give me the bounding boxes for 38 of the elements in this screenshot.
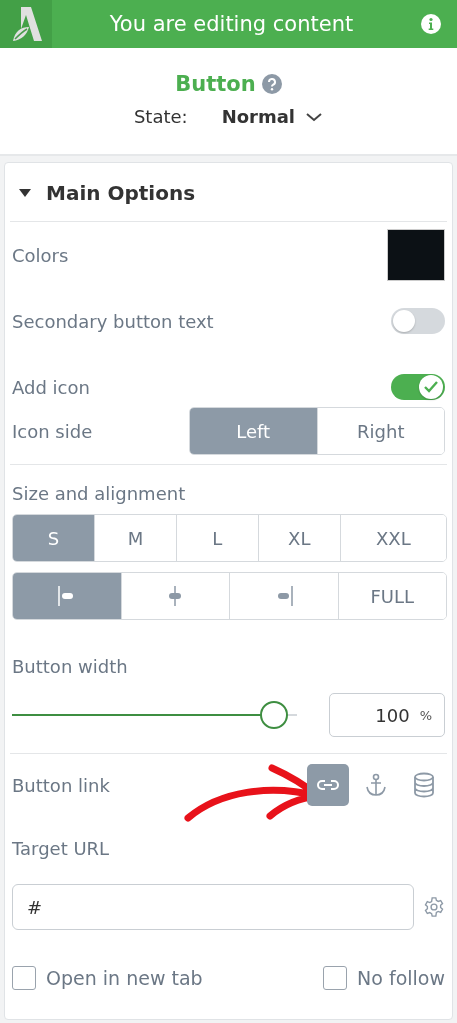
chevron-down-icon — [305, 111, 324, 122]
target-url-label: Target URL — [12, 837, 111, 861]
checkbox[interactable] — [323, 966, 348, 990]
help-icon[interactable] — [261, 74, 282, 94]
link-icon — [317, 779, 339, 791]
icon-side-label: Icon side — [12, 420, 93, 442]
color-swatch[interactable] — [387, 229, 445, 281]
checkbox-label: No follow — [357, 967, 445, 989]
alignment-option[interactable] — [13, 573, 121, 619]
check-icon — [423, 380, 439, 394]
checkbox-label: Open in new tab — [46, 967, 203, 989]
width-input[interactable]: 100 % — [329, 693, 445, 737]
icon-side-option[interactable]: Left — [190, 408, 317, 454]
database-icon — [413, 772, 435, 798]
state-label: State: — [133, 106, 188, 127]
icon-side-option[interactable]: Right — [316, 408, 444, 454]
colors-label: Colors — [12, 244, 69, 266]
toggle-label: Add icon — [12, 376, 90, 398]
toggle-switch[interactable] — [391, 374, 445, 400]
size-option[interactable]: S — [13, 515, 94, 561]
info-icon[interactable] — [421, 14, 441, 34]
anchor-icon — [365, 773, 387, 797]
size-option[interactable]: XXL — [339, 515, 446, 561]
button-width-label: Button width — [12, 655, 129, 679]
element-title: Button — [175, 72, 256, 96]
url-input[interactable]: # — [12, 884, 414, 930]
editing-banner-title: You are editing content — [108, 12, 355, 36]
size-alignment-label: Size and alignment — [12, 482, 187, 506]
button-link-label: Button link — [12, 774, 110, 796]
section-header[interactable]: Main Options — [12, 163, 445, 221]
checkbox[interactable] — [12, 966, 36, 990]
link-type-button[interactable] — [307, 764, 349, 806]
toggle-label: Secondary button text — [12, 310, 214, 332]
settings-icon[interactable] — [423, 896, 445, 918]
unit-label: % — [419, 707, 432, 723]
full-width-option[interactable]: FULL — [337, 573, 446, 619]
toggle-switch[interactable] — [391, 308, 445, 334]
state-dropdown[interactable]: Normal — [221, 106, 324, 127]
